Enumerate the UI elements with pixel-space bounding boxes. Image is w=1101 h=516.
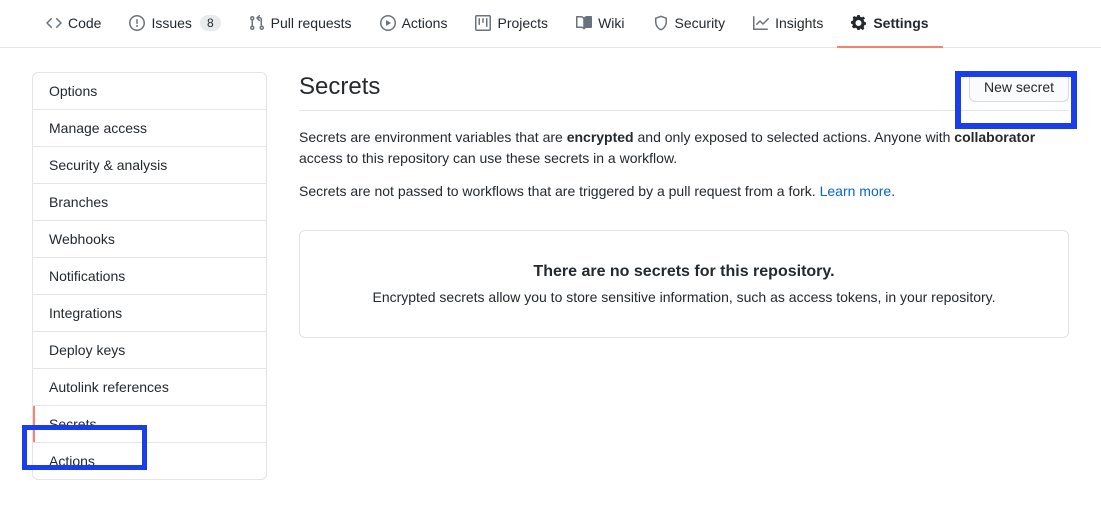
sidebar-item-deploy-keys[interactable]: Deploy keys (33, 332, 266, 369)
play-icon (380, 15, 396, 31)
code-icon (46, 15, 62, 31)
sidebar-item-integrations[interactable]: Integrations (33, 295, 266, 332)
issues-count: 8 (200, 15, 221, 31)
tab-label: Issues (151, 15, 191, 31)
secrets-subhead: Secrets New secret (299, 72, 1069, 111)
tab-label: Projects (497, 15, 548, 31)
tab-label: Security (675, 15, 726, 31)
secrets-description-1: Secrets are environment variables that a… (299, 127, 1069, 169)
shield-icon (653, 15, 669, 31)
graph-icon (753, 15, 769, 31)
tab-settings[interactable]: Settings (837, 0, 942, 48)
tab-issues[interactable]: Issues 8 (115, 0, 234, 48)
tab-label: Pull requests (271, 15, 352, 31)
sidebar-item-options[interactable]: Options (33, 73, 266, 110)
tab-label: Wiki (598, 15, 624, 31)
blankslate-heading: There are no secrets for this repository… (340, 263, 1028, 281)
learn-more-link[interactable]: Learn more (820, 183, 892, 199)
tab-label: Settings (873, 15, 928, 31)
tab-security[interactable]: Security (639, 0, 740, 48)
secrets-blankslate: There are no secrets for this repository… (299, 230, 1069, 338)
sidebar-item-autolink[interactable]: Autolink references (33, 369, 266, 406)
tab-code[interactable]: Code (32, 0, 115, 48)
settings-main: Secrets New secret Secrets are environme… (299, 72, 1069, 480)
blankslate-text: Encrypted secrets allow you to store sen… (340, 289, 1028, 305)
secrets-description-2: Secrets are not passed to workflows that… (299, 181, 1069, 202)
tab-projects[interactable]: Projects (461, 0, 562, 48)
page-title: Secrets (299, 73, 380, 101)
sidebar-item-manage-access[interactable]: Manage access (33, 110, 266, 147)
tab-pull-requests[interactable]: Pull requests (235, 0, 366, 48)
sidebar-item-notifications[interactable]: Notifications (33, 258, 266, 295)
settings-sidebar: Options Manage access Security & analysi… (32, 72, 267, 480)
sidebar-item-secrets[interactable]: Secrets (33, 406, 266, 443)
tab-wiki[interactable]: Wiki (562, 0, 638, 48)
gear-icon (851, 15, 867, 31)
tab-label: Actions (402, 15, 448, 31)
tab-label: Insights (775, 15, 823, 31)
issue-icon (129, 15, 145, 31)
pr-icon (249, 15, 265, 31)
settings-menu: Options Manage access Security & analysi… (32, 72, 267, 480)
settings-container: Options Manage access Security & analysi… (0, 48, 1101, 504)
sidebar-item-actions[interactable]: Actions (33, 443, 266, 479)
new-secret-button[interactable]: New secret (969, 72, 1069, 102)
book-icon (576, 15, 592, 31)
sidebar-item-branches[interactable]: Branches (33, 184, 266, 221)
sidebar-item-security-analysis[interactable]: Security & analysis (33, 147, 266, 184)
tab-insights[interactable]: Insights (739, 0, 837, 48)
sidebar-item-webhooks[interactable]: Webhooks (33, 221, 266, 258)
tab-label: Code (68, 15, 101, 31)
repo-topnav: Code Issues 8 Pull requests Actions Proj… (0, 0, 1101, 48)
tab-actions[interactable]: Actions (366, 0, 462, 48)
project-icon (475, 15, 491, 31)
